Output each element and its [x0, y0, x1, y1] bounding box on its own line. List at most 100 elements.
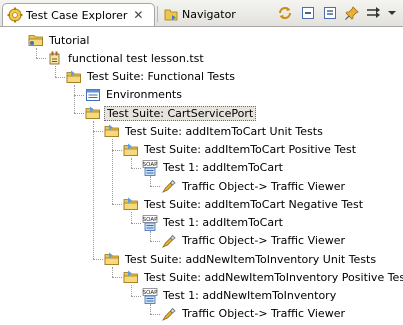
svg-text:SOAP: SOAP — [143, 290, 158, 296]
project-folder-icon — [28, 32, 44, 48]
tree-node[interactable]: Traffic Object-> Traffic Viewer — [161, 305, 347, 323]
tree-node-label: Test 1: addItemToCart — [163, 161, 283, 175]
tree-node[interactable]: Tutorial — [28, 31, 91, 49]
tree-node[interactable]: SOAP Test 1: addItemToCart — [142, 214, 285, 232]
tree-node[interactable]: Test Suite: addItemToCart Positive Test — [123, 141, 358, 159]
tree-connector — [93, 131, 103, 133]
tree-node-label: Tutorial — [49, 33, 90, 47]
tree-connector — [55, 76, 65, 78]
tree-connector — [150, 240, 160, 242]
tree-connector — [93, 121, 94, 259]
tree-node[interactable]: Traffic Object-> Traffic Viewer — [161, 177, 347, 195]
tree-connector — [55, 66, 56, 77]
tree-connector — [150, 303, 151, 314]
navigator-icon — [163, 7, 179, 23]
soap-test-icon: SOAP — [142, 159, 158, 176]
tree-connector — [36, 58, 46, 60]
tree-node-label: functional test lesson.tst — [68, 51, 204, 65]
tree-node[interactable]: functional test lesson.tst — [47, 49, 206, 67]
traffic-icon — [161, 233, 177, 249]
test-suite-icon — [85, 105, 101, 121]
tree-connector — [112, 204, 122, 206]
tree-node[interactable]: SOAP Test 1: addItemToCart — [142, 159, 285, 177]
test-suite-icon — [66, 69, 82, 85]
tree-connector — [112, 139, 113, 205]
test-suite-icon — [123, 269, 139, 285]
tree-connector — [74, 84, 75, 113]
test-suite-icon — [123, 142, 139, 158]
gear-icon — [7, 7, 23, 23]
pin-icon — [344, 6, 359, 20]
test-suite-icon — [104, 251, 120, 267]
tree-node-label: Test Suite: Functional Tests — [87, 70, 235, 83]
tree-connector — [150, 186, 160, 187]
pin-button[interactable] — [342, 4, 361, 22]
tree-node[interactable]: Test Suite: addItemToCart Unit Tests — [104, 122, 325, 140]
tree-connector — [131, 295, 141, 297]
link-with-editor-icon — [366, 7, 380, 18]
tree-node[interactable]: Test Suite: Functional Tests — [66, 68, 237, 86]
tree-node-label: Test 1: addNewItemToInventory — [163, 289, 337, 302]
tree-node[interactable]: Environments — [85, 86, 184, 104]
tree-node-label: Traffic Object-> Traffic Viewer — [182, 307, 345, 321]
soap-test-icon: SOAP — [142, 287, 158, 304]
expand-all-icon — [323, 7, 336, 19]
tree-node[interactable]: Test Suite: addNewItemToInventory Unit T… — [104, 250, 378, 268]
environments-icon — [85, 87, 101, 103]
tree-node-label: Test 1: addItemToCart — [163, 216, 283, 229]
tree-node[interactable]: Test Suite: addItemToCart Negative Test — [123, 195, 365, 213]
traffic-icon — [161, 306, 177, 322]
test-file-icon — [47, 50, 63, 66]
tree-connector — [112, 267, 113, 278]
tree-node-label: Traffic Object-> Traffic Viewer — [182, 179, 345, 193]
test-case-tree: Tutorial functional test lesson.tst Test S… — [0, 27, 403, 321]
tree-connector — [36, 48, 37, 59]
collapse-all-icon — [301, 7, 314, 19]
tree-node-label: Traffic Object-> Traffic Viewer — [182, 234, 345, 248]
chevron-down-icon — [388, 11, 396, 15]
tree-connector — [150, 175, 151, 186]
tab-label: Test Case Explorer — [26, 8, 128, 22]
test-suite-icon — [123, 196, 139, 212]
tree-connector — [150, 230, 151, 241]
tree-connector — [74, 94, 84, 96]
test-suite-icon — [104, 123, 120, 139]
tree-node[interactable]: Test Suite: addNewItemToInventory Positi… — [123, 268, 403, 286]
tree-node-label: Environments — [106, 88, 182, 102]
soap-test-icon: SOAP — [142, 214, 158, 231]
expand-all-button[interactable] — [320, 4, 339, 22]
tree-connector — [150, 313, 160, 315]
tree-node-label: Test Suite: CartServicePort — [104, 105, 257, 121]
tree-connector — [131, 285, 132, 296]
link-with-editor-button[interactable] — [364, 4, 383, 22]
tree-connector — [112, 149, 122, 151]
tree-connector — [131, 222, 141, 224]
tree-connector — [93, 259, 103, 260]
tab-navigator[interactable]: Navigator — [159, 3, 239, 26]
tree-node-label: Test Suite: addItemToCart Positive Test — [144, 143, 357, 156]
tree-connector — [112, 277, 122, 279]
svg-text:SOAP: SOAP — [143, 217, 158, 223]
tab-label: Navigator — [182, 8, 236, 21]
tree-connector — [131, 212, 132, 223]
view-tab-bar: Test Case Explorer ✕ Navigator — [0, 0, 403, 27]
tree-node[interactable]: Traffic Object-> Traffic Viewer — [161, 232, 347, 250]
tree-node-label: Test Suite: addItemToCart Negative Test — [144, 197, 364, 211]
tree-node[interactable]: SOAP Test 1: addNewItemToInventory — [142, 287, 338, 305]
traffic-icon — [161, 178, 177, 194]
collapse-all-button[interactable] — [298, 4, 317, 22]
tab-divider — [157, 6, 158, 22]
svg-text:SOAP: SOAP — [143, 162, 158, 168]
tree-connector — [131, 157, 132, 168]
tree-node-label: Test Suite: addNewItemToInventory Unit T… — [125, 252, 377, 266]
tab-test-case-explorer[interactable]: Test Case Explorer ✕ — [2, 3, 155, 26]
refresh-button[interactable] — [275, 4, 294, 22]
tree-node-label: Test Suite: addNewItemToInventory Positi… — [144, 270, 403, 284]
tree-node-selected[interactable]: Test Suite: CartServicePort — [85, 104, 257, 122]
tree-connector — [74, 113, 84, 114]
view-menu-button[interactable] — [385, 4, 399, 22]
close-icon[interactable]: ✕ — [133, 8, 143, 22]
refresh-icon — [278, 7, 291, 19]
tree-connector — [131, 167, 141, 169]
tree-node-label: Test Suite: addItemToCart Unit Tests — [125, 124, 323, 138]
